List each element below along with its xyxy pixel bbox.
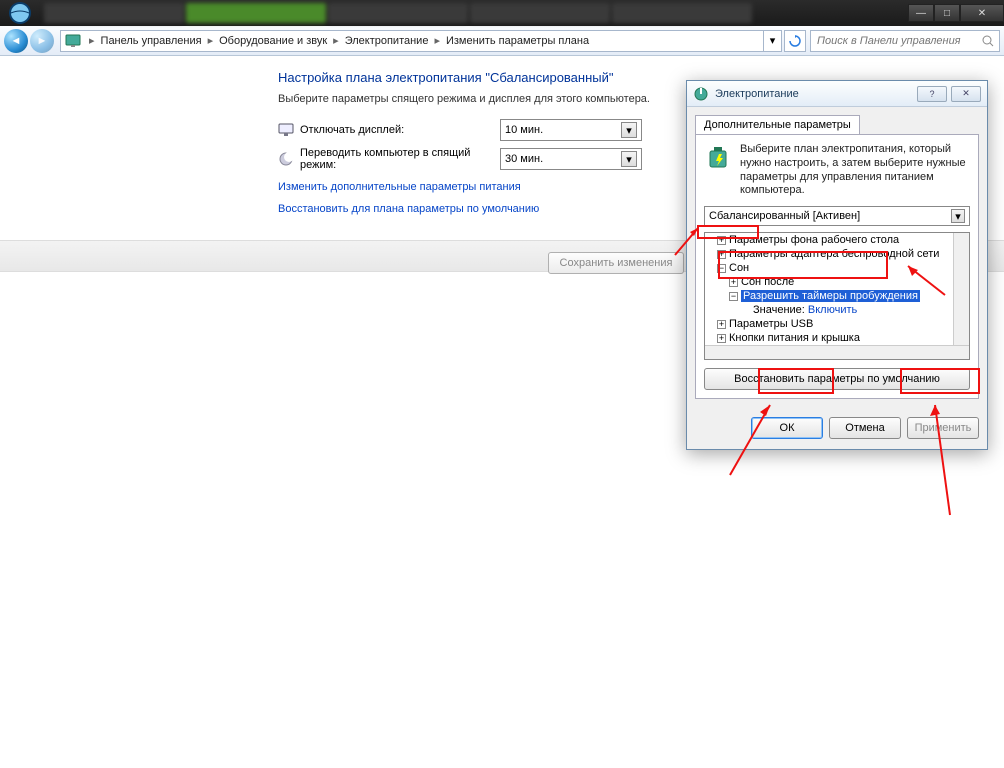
- tree-value-label: Значение:: [753, 304, 805, 316]
- start-orb[interactable]: [0, 0, 40, 26]
- dialog-close-button[interactable]: ✕: [951, 86, 981, 102]
- tree-value[interactable]: Включить: [808, 304, 857, 316]
- breadcrumb[interactable]: ▸ Панель управления ▸ Оборудование и зву…: [60, 30, 764, 52]
- save-button[interactable]: Сохранить изменения: [548, 252, 684, 274]
- taskbar: — □ ✕: [0, 0, 1004, 26]
- browser-tabs: [40, 3, 908, 23]
- forward-button[interactable]: ►: [30, 29, 54, 53]
- display-off-value: 10 мин.: [505, 124, 543, 136]
- ok-button[interactable]: ОК: [751, 417, 823, 439]
- tree-item[interactable]: Параметры USB: [729, 318, 813, 330]
- sleep-value: 30 мин.: [505, 153, 543, 165]
- crumb-power[interactable]: Электропитание: [343, 35, 431, 47]
- battery-icon: [704, 143, 734, 173]
- display-off-label: Отключать дисплей:: [300, 124, 500, 136]
- crumb-hardware[interactable]: Оборудование и звук: [217, 35, 329, 47]
- plan-select[interactable]: Сбалансированный [Активен] ▾: [704, 206, 970, 226]
- maximize-button[interactable]: □: [934, 4, 960, 22]
- tree-item-sleep[interactable]: Сон: [729, 262, 749, 274]
- restore-defaults-button[interactable]: Восстановить параметры по умолчанию: [704, 368, 970, 390]
- tree-item[interactable]: Кнопки питания и крышка: [729, 332, 860, 344]
- sleep-select[interactable]: 30 мин. ▾: [500, 148, 642, 170]
- refresh-button[interactable]: [784, 30, 806, 52]
- breadcrumb-dropdown[interactable]: ▾: [764, 30, 782, 52]
- search-box[interactable]: [810, 30, 1000, 52]
- help-button[interactable]: ?: [917, 86, 947, 102]
- scrollbar-horizontal[interactable]: [705, 345, 969, 359]
- apply-button[interactable]: Применить: [907, 417, 979, 439]
- settings-tree[interactable]: +Параметры фона рабочего стола +Параметр…: [704, 232, 970, 360]
- chevron-down-icon: ▾: [621, 122, 637, 138]
- tree-item[interactable]: Сон после: [741, 276, 794, 288]
- explorer-navbar: ◄ ► ▸ Панель управления ▸ Оборудование и…: [0, 26, 1004, 56]
- crumb-control-panel[interactable]: Панель управления: [99, 35, 204, 47]
- control-panel-icon: [65, 33, 81, 49]
- cancel-button[interactable]: Отмена: [829, 417, 901, 439]
- back-button[interactable]: ◄: [4, 29, 28, 53]
- tree-item-wake-timers[interactable]: Разрешить таймеры пробуждения: [741, 290, 920, 302]
- chevron-down-icon: ▾: [951, 209, 965, 223]
- sleep-label: Переводить компьютер в спящий режим:: [300, 147, 500, 171]
- scrollbar-vertical[interactable]: [953, 233, 969, 345]
- display-icon: [278, 122, 294, 138]
- search-input[interactable]: [811, 35, 981, 47]
- display-off-select[interactable]: 10 мин. ▾: [500, 119, 642, 141]
- chevron-down-icon: ▾: [621, 151, 637, 167]
- moon-icon: [278, 151, 294, 167]
- power-icon: [693, 86, 709, 102]
- crumb-edit-plan[interactable]: Изменить параметры плана: [444, 35, 591, 47]
- tree-item[interactable]: Параметры адаптера беспроводной сети: [729, 248, 939, 260]
- tree-item[interactable]: Параметры фона рабочего стола: [729, 234, 899, 246]
- power-options-dialog: Электропитание ? ✕ Дополнительные параме…: [686, 80, 988, 450]
- tab-advanced[interactable]: Дополнительные параметры: [695, 115, 860, 134]
- dialog-title: Электропитание: [715, 88, 913, 100]
- dialog-titlebar: Электропитание ? ✕: [687, 81, 987, 107]
- search-icon: [981, 34, 995, 48]
- dialog-description: Выберите план электропитания, который ну…: [740, 143, 970, 198]
- minimize-button[interactable]: —: [908, 4, 934, 22]
- close-button[interactable]: ✕: [960, 4, 1004, 22]
- plan-value: Сбалансированный [Активен]: [709, 210, 860, 222]
